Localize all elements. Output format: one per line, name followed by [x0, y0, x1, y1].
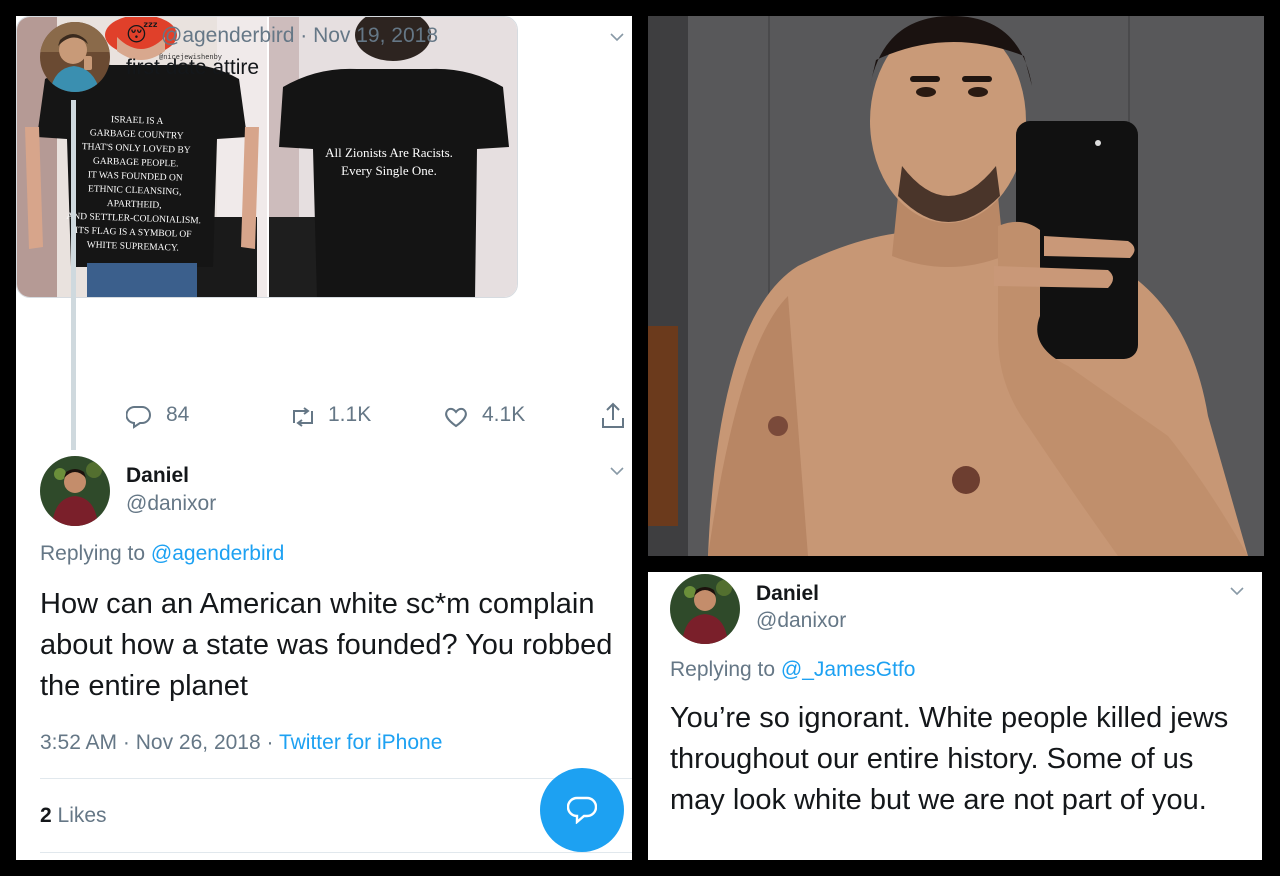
tweet-meta: @agenderbird · Nov 19, 2018 [161, 24, 438, 48]
selfie-photo-panel [648, 16, 1264, 556]
back-shirt-line: All Zionists Are Racists. [325, 145, 453, 160]
divider [40, 852, 632, 853]
avatar[interactable] [40, 456, 110, 526]
avatar-photo [40, 22, 110, 92]
reply-icon[interactable] [126, 405, 152, 429]
back-shirt-photo: All Zionists Are Racists. Every Single O… [269, 17, 517, 297]
compose-reply-button[interactable] [540, 768, 624, 852]
chevron-down-icon[interactable] [1230, 584, 1244, 598]
front-shirt-line: ISRAEL IS A [111, 115, 164, 127]
meta-separator: · [294, 24, 314, 47]
replying-to-link[interactable]: @_JamesGtfo [781, 658, 916, 681]
like-count: 4.1K [482, 403, 526, 426]
tweet-source-link[interactable]: Twitter for iPhone [279, 731, 442, 754]
tweet-text: How can an American white sc*m complain … [40, 588, 613, 702]
avatar-photo [670, 574, 740, 644]
left-tweet-panel: 😴 @agenderbird · Nov 19, 2018 first date… [16, 16, 632, 860]
tweet-handle[interactable]: @agenderbird [161, 24, 294, 47]
chevron-down-icon[interactable] [610, 464, 624, 478]
replying-prefix: Replying to [670, 658, 781, 681]
avatar-photo [40, 456, 110, 526]
thread-line [71, 100, 76, 450]
replying-prefix: Replying to [40, 542, 151, 565]
meta-separator: · [260, 731, 279, 754]
likes-label: Likes [57, 804, 107, 827]
sleepy-emoji-icon: 😴 [126, 24, 159, 46]
tweet-text: You’re so ignorant. White people killed … [670, 702, 1229, 816]
likes-summary[interactable]: 2 Likes [40, 804, 107, 828]
back-shirt-line: Every Single One. [341, 163, 437, 178]
right-tweet-panel: Daniel @danixor Replying to @_JamesGtfo … [648, 572, 1262, 860]
tweet-handle[interactable]: @danixor [756, 609, 846, 633]
tweet-date[interactable]: Nov 19, 2018 [313, 24, 438, 47]
replying-to: Replying to @_JamesGtfo [670, 658, 915, 682]
meta-separator: · [117, 731, 136, 754]
share-icon[interactable] [600, 402, 626, 430]
avatar[interactable] [670, 574, 740, 644]
compose-reply-icon [567, 796, 597, 824]
tweet-timestamp: 3:52 AM · Nov 26, 2018 · Twitter for iPh… [40, 731, 442, 755]
tweet-handle[interactable]: @danixor [126, 492, 216, 516]
front-shirt-line: APARTHEID, [107, 199, 162, 211]
divider [40, 778, 632, 779]
replying-to: Replying to @agenderbird [40, 542, 284, 566]
chevron-down-icon[interactable] [610, 30, 624, 44]
display-name[interactable]: Daniel [126, 464, 189, 488]
selfie-photo [648, 16, 1264, 556]
display-name[interactable]: Daniel [756, 582, 819, 606]
retweet-icon[interactable] [288, 407, 318, 427]
likes-count: 2 [40, 804, 52, 827]
tweet-time: 3:52 AM [40, 731, 118, 754]
like-icon[interactable] [443, 405, 469, 429]
avatar[interactable] [40, 22, 110, 92]
replying-to-link[interactable]: @agenderbird [151, 542, 284, 565]
tweet-date: Nov 26, 2018 [135, 731, 261, 754]
reply-count: 84 [166, 403, 190, 426]
retweet-count: 1.1K [328, 403, 372, 426]
tweet-text: first date attire [126, 56, 260, 79]
